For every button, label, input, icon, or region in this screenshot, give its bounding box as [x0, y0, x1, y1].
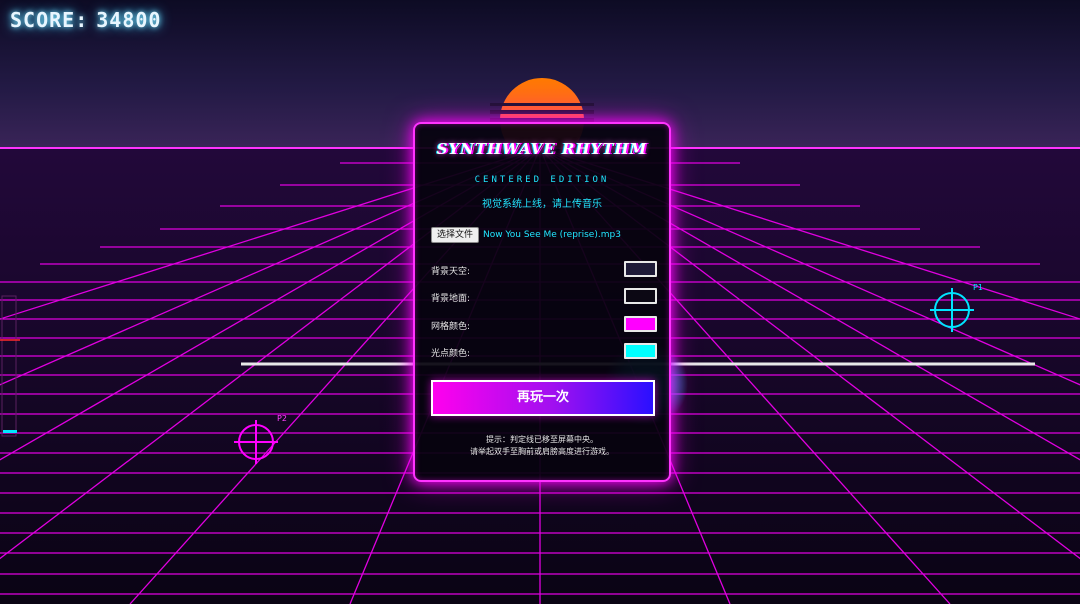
grid-color-label: 网格颜色:: [431, 322, 471, 332]
ground-color-label: 背景地面:: [431, 294, 471, 304]
sky-color-setting: 背景天空:: [431, 261, 657, 279]
dot-color-setting: 光点颜色:: [431, 343, 657, 361]
play-again-button[interactable]: 再玩一次: [431, 380, 655, 416]
tip-line-1: 提示：判定线已移至屏幕中央。: [486, 435, 598, 444]
tips-text: 提示：判定线已移至屏幕中央。 请举起双手至胸前或肩膀高度进行游戏。: [415, 434, 669, 458]
dot-color-label: 光点颜色:: [431, 349, 471, 359]
score-display: SCORE: 34800: [10, 8, 161, 32]
edition-subtitle: CENTERED EDITION: [474, 175, 610, 185]
grid-color-picker[interactable]: [624, 316, 657, 332]
ground-color-picker[interactable]: [624, 288, 657, 304]
selected-file-name: Now You See Me (reprise).mp3: [483, 230, 621, 240]
status-message: 视觉系统上线，请上传音乐: [482, 199, 602, 210]
tip-line-2: 请举起双手至胸前或肩膀高度进行游戏。: [470, 447, 614, 456]
dot-color-picker[interactable]: [624, 343, 657, 359]
sky-color-picker[interactable]: [624, 261, 657, 277]
grid-color-setting: 网格颜色:: [431, 316, 657, 334]
choose-file-button[interactable]: 选择文件: [431, 227, 480, 243]
ground-color-setting: 背景地面:: [431, 288, 657, 306]
p2-label: P2: [277, 414, 287, 423]
score-value: 34800: [96, 8, 162, 32]
game-title: SYNTHWAVE RHYTHM: [436, 140, 648, 158]
p1-label: P1: [973, 283, 983, 292]
score-label: SCORE:: [10, 8, 89, 32]
sky-color-label: 背景天空:: [431, 267, 471, 277]
start-panel: SYNTHWAVE RHYTHM CENTERED EDITION 视觉系统上线…: [413, 122, 671, 482]
